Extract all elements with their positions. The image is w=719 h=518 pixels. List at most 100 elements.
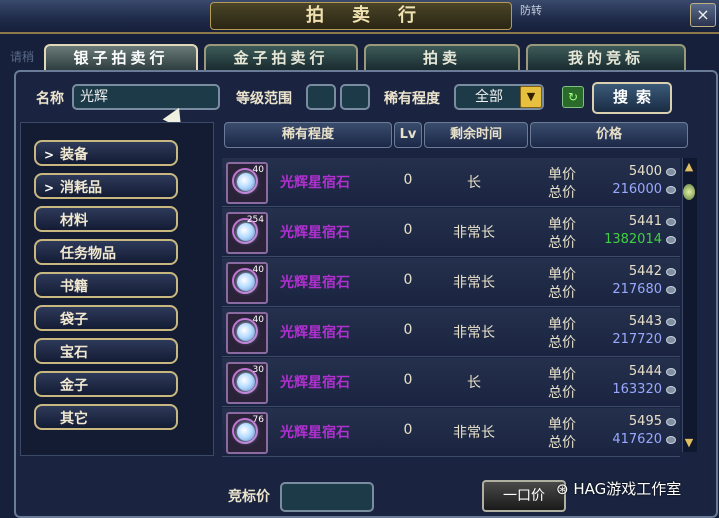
- item-level: 0: [403, 272, 413, 288]
- refresh-icon[interactable]: ↻: [562, 86, 584, 108]
- total-price-label: 总价: [548, 435, 576, 451]
- category-consumables[interactable]: > 消耗品: [34, 173, 178, 199]
- unit-price: 5441: [628, 214, 662, 229]
- tab-auction[interactable]: 拍卖: [364, 44, 520, 72]
- category-label: 袋子: [60, 312, 88, 328]
- search-button[interactable]: 搜索: [592, 82, 672, 114]
- level-max-input[interactable]: [340, 84, 370, 110]
- scroll-thumb[interactable]: [683, 184, 695, 200]
- category-books[interactable]: 书籍: [34, 272, 178, 298]
- stack-count: 254: [246, 215, 264, 225]
- time-left: 非常长: [453, 425, 495, 441]
- header-lv[interactable]: Lv: [394, 122, 422, 148]
- time-left: 非常长: [453, 225, 495, 241]
- close-button[interactable]: ×: [690, 3, 716, 27]
- scrollbar[interactable]: [682, 158, 697, 452]
- category-gold[interactable]: 金子: [34, 371, 178, 397]
- chevron-right-icon: >: [44, 181, 55, 195]
- category-bags[interactable]: 袋子: [34, 305, 178, 331]
- gem-icon: [237, 173, 255, 191]
- silver-coin-icon: [666, 268, 676, 276]
- unit-price: 5444: [628, 364, 662, 379]
- header-rarity[interactable]: 稀有程度: [224, 122, 392, 148]
- table-row[interactable]: 254 光辉星宿石 0 非常长 单价 5441 总价 1382014: [222, 208, 680, 257]
- item-level: 0: [403, 322, 413, 338]
- category-other[interactable]: 其它: [34, 404, 178, 430]
- category-label: 宝石: [60, 345, 88, 361]
- name-input[interactable]: 光辉: [72, 84, 220, 110]
- category-materials[interactable]: 材料: [34, 206, 178, 232]
- table-row[interactable]: 40 光辉星宿石 0 长 单价 5400 总价 216000: [222, 158, 680, 207]
- item-name: 光辉星宿石: [280, 175, 350, 191]
- time-left: 长: [467, 375, 481, 391]
- category-gems[interactable]: 宝石: [34, 338, 178, 364]
- item-level: 0: [403, 422, 413, 438]
- stack-count: 76: [252, 415, 264, 425]
- silver-coin-icon: [666, 436, 676, 444]
- rarity-label: 稀有程度: [384, 91, 440, 107]
- level-min-input[interactable]: [306, 84, 336, 110]
- gem-icon: [237, 223, 255, 241]
- item-slot[interactable]: 30: [226, 362, 268, 404]
- unit-price-label: 单价: [548, 267, 576, 283]
- total-price: 217680: [612, 282, 662, 297]
- category-label: 材料: [60, 213, 88, 229]
- chevron-right-icon: >: [44, 148, 55, 162]
- item-slot[interactable]: 40: [226, 162, 268, 204]
- item-slot[interactable]: 40: [226, 262, 268, 304]
- watermark-text: HAG游戏工作室: [573, 480, 682, 498]
- item-name: 光辉星宿石: [280, 375, 350, 391]
- tab-my-bids[interactable]: 我的竞标: [526, 44, 686, 72]
- stack-count: 30: [252, 365, 264, 375]
- silver-coin-icon: [666, 218, 676, 226]
- unit-price: 5442: [628, 264, 662, 279]
- category-label: 任务物品: [60, 246, 116, 262]
- gem-icon: [237, 373, 255, 391]
- gem-icon: [237, 323, 255, 341]
- item-level: 0: [403, 222, 413, 238]
- stack-count: 40: [252, 165, 264, 175]
- silver-coin-icon: [666, 186, 676, 194]
- silver-coin-icon: [666, 368, 676, 376]
- tab-gold-auction[interactable]: 金子拍卖行: [204, 44, 358, 72]
- total-price-label: 总价: [548, 235, 576, 251]
- buyout-button[interactable]: 一口价: [482, 480, 566, 512]
- background-text: 请稍: [10, 50, 35, 64]
- item-name: 光辉星宿石: [280, 225, 350, 241]
- stack-count: 40: [252, 315, 264, 325]
- item-name: 光辉星宿石: [280, 275, 350, 291]
- total-price: 417620: [612, 432, 662, 447]
- silver-coin-icon: [666, 386, 676, 394]
- item-slot[interactable]: 76: [226, 412, 268, 454]
- category-label: 装备: [60, 147, 88, 163]
- category-quest-items[interactable]: 任务物品: [34, 239, 178, 265]
- time-left: 非常长: [453, 275, 495, 291]
- scroll-down-icon[interactable]: ▼: [682, 436, 696, 450]
- wechat-icon: ⊛: [556, 480, 574, 498]
- chevron-down-icon[interactable]: ▼: [520, 86, 542, 108]
- category-equipment[interactable]: > 装备: [34, 140, 178, 166]
- header-time-left[interactable]: 剩余时间: [424, 122, 528, 148]
- item-slot[interactable]: 40: [226, 312, 268, 354]
- item-slot[interactable]: 254: [226, 212, 268, 254]
- table-row[interactable]: 76 光辉星宿石 0 非常长 单价 5495 总价 417620: [222, 408, 680, 457]
- category-label: 金子: [60, 378, 88, 394]
- total-price: 1382014: [604, 232, 662, 247]
- item-name: 光辉星宿石: [280, 425, 350, 441]
- unit-price: 5443: [628, 314, 662, 329]
- category-label: 其它: [60, 411, 88, 427]
- tab-silver-auction[interactable]: 银子拍卖行: [44, 44, 198, 72]
- gem-icon: [237, 423, 255, 441]
- item-level: 0: [403, 372, 413, 388]
- name-label: 名称: [36, 91, 64, 107]
- table-row[interactable]: 40 光辉星宿石 0 非常长 单价 5443 总价 217720: [222, 308, 680, 357]
- scroll-up-icon[interactable]: ▲: [682, 160, 696, 174]
- unit-price-label: 单价: [548, 217, 576, 233]
- table-row[interactable]: 30 光辉星宿石 0 长 单价 5444 总价 163320: [222, 358, 680, 407]
- table-row[interactable]: 40 光辉星宿石 0 非常长 单价 5442 总价 217680: [222, 258, 680, 307]
- unit-price: 5400: [628, 164, 662, 179]
- header-price[interactable]: 价格: [530, 122, 688, 148]
- bid-price-input[interactable]: [280, 482, 374, 512]
- unit-price-label: 单价: [548, 317, 576, 333]
- unit-price-label: 单价: [548, 167, 576, 183]
